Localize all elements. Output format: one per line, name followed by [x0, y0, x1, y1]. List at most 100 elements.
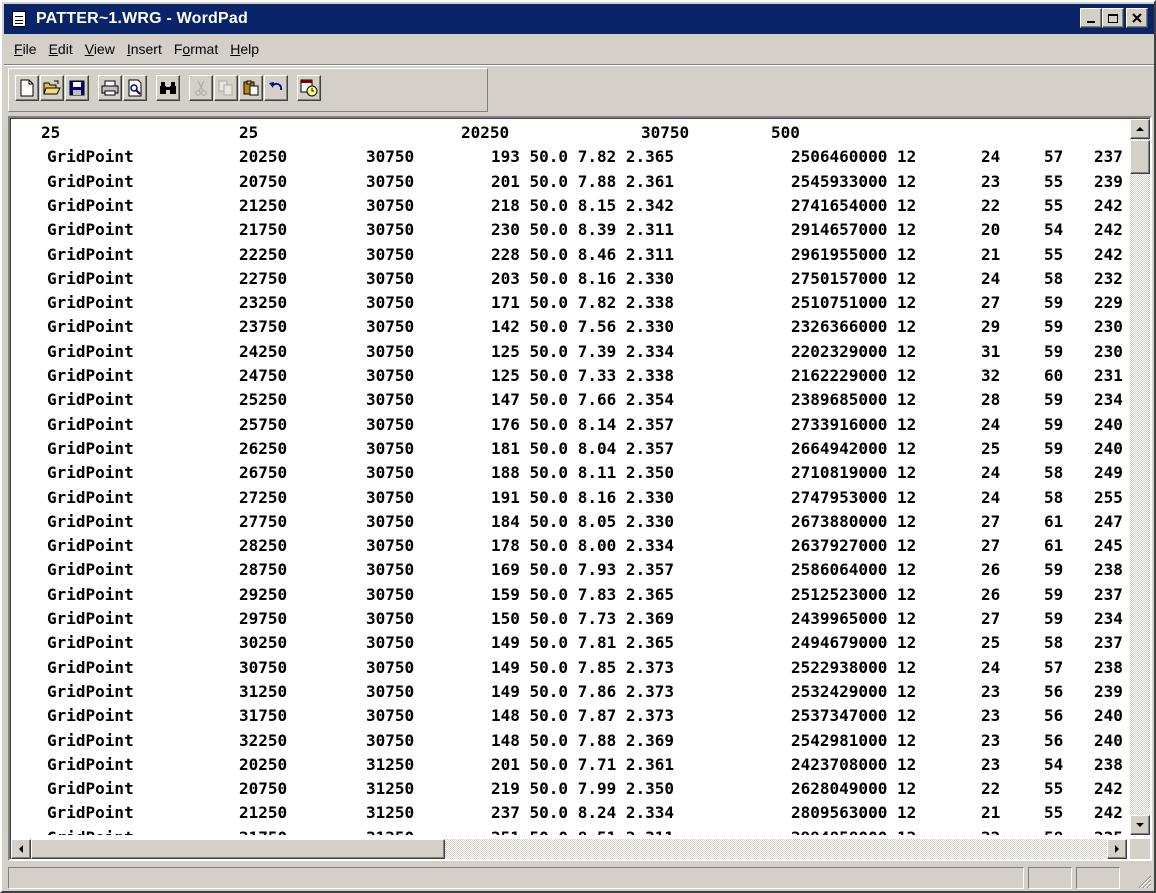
text-cell: 30750 [366, 293, 415, 313]
text-cell: 28 [981, 390, 1001, 410]
text-cell: 2542981000 12 [791, 730, 917, 750]
text-cell: 30750 [366, 438, 415, 458]
text-cell: 31250 [239, 681, 288, 701]
text-cell: 2522938000 12 [791, 657, 917, 677]
close-button[interactable] [1126, 8, 1148, 28]
text-cell: GridPoint [47, 244, 134, 264]
menu-file[interactable]: File [8, 39, 43, 59]
new-button[interactable] [15, 75, 39, 101]
text-cell: 22 [981, 779, 1001, 799]
text-cell: 31250 [366, 826, 414, 835]
text-cell: 2202329000 12 [791, 341, 917, 361]
text-cell: 29250 [239, 584, 288, 604]
undo-button[interactable] [264, 75, 288, 101]
text-cell: 55 [1044, 244, 1064, 264]
menu-help[interactable]: Help [224, 39, 265, 59]
text-cell: 2747953000 12 [791, 487, 917, 507]
text-cell: 55 [1044, 779, 1064, 799]
document-area[interactable]: 25 25 20250 30750 500 GridPoint 20250 30750 193 … [10, 118, 1150, 859]
text-cell: 24750 [239, 366, 288, 385]
copy-button[interactable] [214, 75, 238, 101]
text-cell: 159 50.0 7.83 2.365 [491, 584, 675, 604]
text-cell: 24 [981, 268, 1001, 288]
status-panel-caps [1028, 867, 1072, 889]
text-cell: 30750 [366, 584, 415, 604]
paste-button[interactable] [239, 75, 263, 101]
menu-format[interactable]: Format [168, 39, 224, 59]
maximize-button[interactable] [1102, 8, 1124, 28]
scroll-up-button[interactable] [1130, 119, 1150, 139]
text-cell: 125 50.0 7.33 2.338 [491, 366, 675, 385]
text-cell: 171 50.0 7.82 2.338 [491, 293, 675, 313]
text-cell: 30750 [366, 487, 415, 507]
text-cell: GridPoint [47, 657, 134, 677]
print-button[interactable] [98, 75, 122, 101]
scroll-right-button[interactable] [1107, 839, 1127, 859]
text-cell: 20250 [239, 754, 288, 774]
text-cell: 61 [1044, 536, 1064, 556]
text-cell: 59 [1044, 341, 1064, 361]
text-cell: 2545933000 12 [791, 171, 917, 191]
text-cell: 2628049000 12 [791, 779, 917, 799]
print-preview-button[interactable] [123, 75, 147, 101]
text-cell: 30750 [366, 511, 415, 531]
text-cell: 2512523000 12 [791, 584, 917, 604]
scroll-down-button[interactable] [1130, 815, 1150, 835]
horizontal-scroll-thumb[interactable] [31, 839, 445, 859]
cut-button[interactable] [189, 75, 213, 101]
text-cell: 27250 [239, 487, 288, 507]
text-cell: 234 [1094, 390, 1123, 410]
text-cell: 24250 [239, 341, 288, 361]
text-cell: 2994858000 12 [791, 826, 916, 835]
text-cell: 30750 [366, 560, 415, 580]
text-cell: 237 [1094, 584, 1123, 604]
save-icon [69, 80, 85, 96]
title-bar[interactable]: PATTER~1.WRG - WordPad [4, 4, 1154, 34]
save-button[interactable] [65, 75, 89, 101]
text-cell: GridPoint [47, 195, 134, 215]
menu-view[interactable]: View [79, 39, 121, 59]
text-cell: 59 [1044, 560, 1064, 580]
text-cell: 234 [1094, 609, 1123, 628]
text-cell: 21 [981, 803, 1001, 823]
text-cell: 201 50.0 7.71 2.361 [491, 754, 675, 774]
text-cell: 61 [1044, 511, 1064, 531]
document-text[interactable]: 25 25 20250 30750 500 GridPoint 20250 30750 193 … [11, 119, 1127, 835]
text-cell: 148 50.0 7.87 2.373 [491, 706, 675, 726]
minimize-button[interactable] [1080, 8, 1102, 28]
text-cell: 242 [1094, 803, 1123, 823]
menu-insert[interactable]: Insert [121, 39, 168, 59]
text-cell: 27 [981, 511, 1001, 531]
vertical-scroll-thumb[interactable] [1130, 140, 1150, 174]
text-cell: 29 [981, 317, 1001, 337]
wordpad-document-icon[interactable] [10, 10, 28, 28]
text-cell: 55 [1044, 171, 1064, 191]
text-cell: 30750 [366, 706, 415, 726]
find-button[interactable] [156, 75, 180, 101]
text-cell: 191 50.0 8.16 2.330 [491, 487, 675, 507]
text-cell: 54 [1044, 220, 1064, 240]
text-cell: 27 [981, 536, 1001, 556]
text-cell: 25750 [239, 414, 288, 434]
menu-edit[interactable]: Edit [43, 39, 79, 59]
text-cell: 228 50.0 8.46 2.311 [491, 244, 675, 264]
text-cell: 2510751000 12 [791, 293, 917, 313]
menu-separator [4, 64, 1154, 66]
text-cell: 24 [981, 147, 1001, 167]
text-cell: 2914657000 12 [791, 220, 917, 240]
open-button[interactable] [40, 75, 64, 101]
text-cell: 240 [1094, 414, 1123, 434]
scroll-left-button[interactable] [11, 839, 31, 859]
text-cell: 230 [1094, 341, 1123, 361]
text-cell: 24 [981, 657, 1001, 677]
text-cell: 59 [1044, 584, 1064, 604]
text-cell: 31750 [239, 706, 288, 726]
horizontal-scrollbar[interactable] [11, 839, 1127, 859]
resize-grip-icon[interactable] [1136, 873, 1152, 889]
arrow-down-icon [1136, 823, 1144, 827]
text-cell: GridPoint [47, 754, 134, 774]
date-time-button[interactable] [297, 75, 321, 101]
text-cell: 55 [1044, 195, 1064, 215]
vertical-scrollbar[interactable] [1130, 119, 1150, 835]
paste-icon [243, 80, 259, 96]
